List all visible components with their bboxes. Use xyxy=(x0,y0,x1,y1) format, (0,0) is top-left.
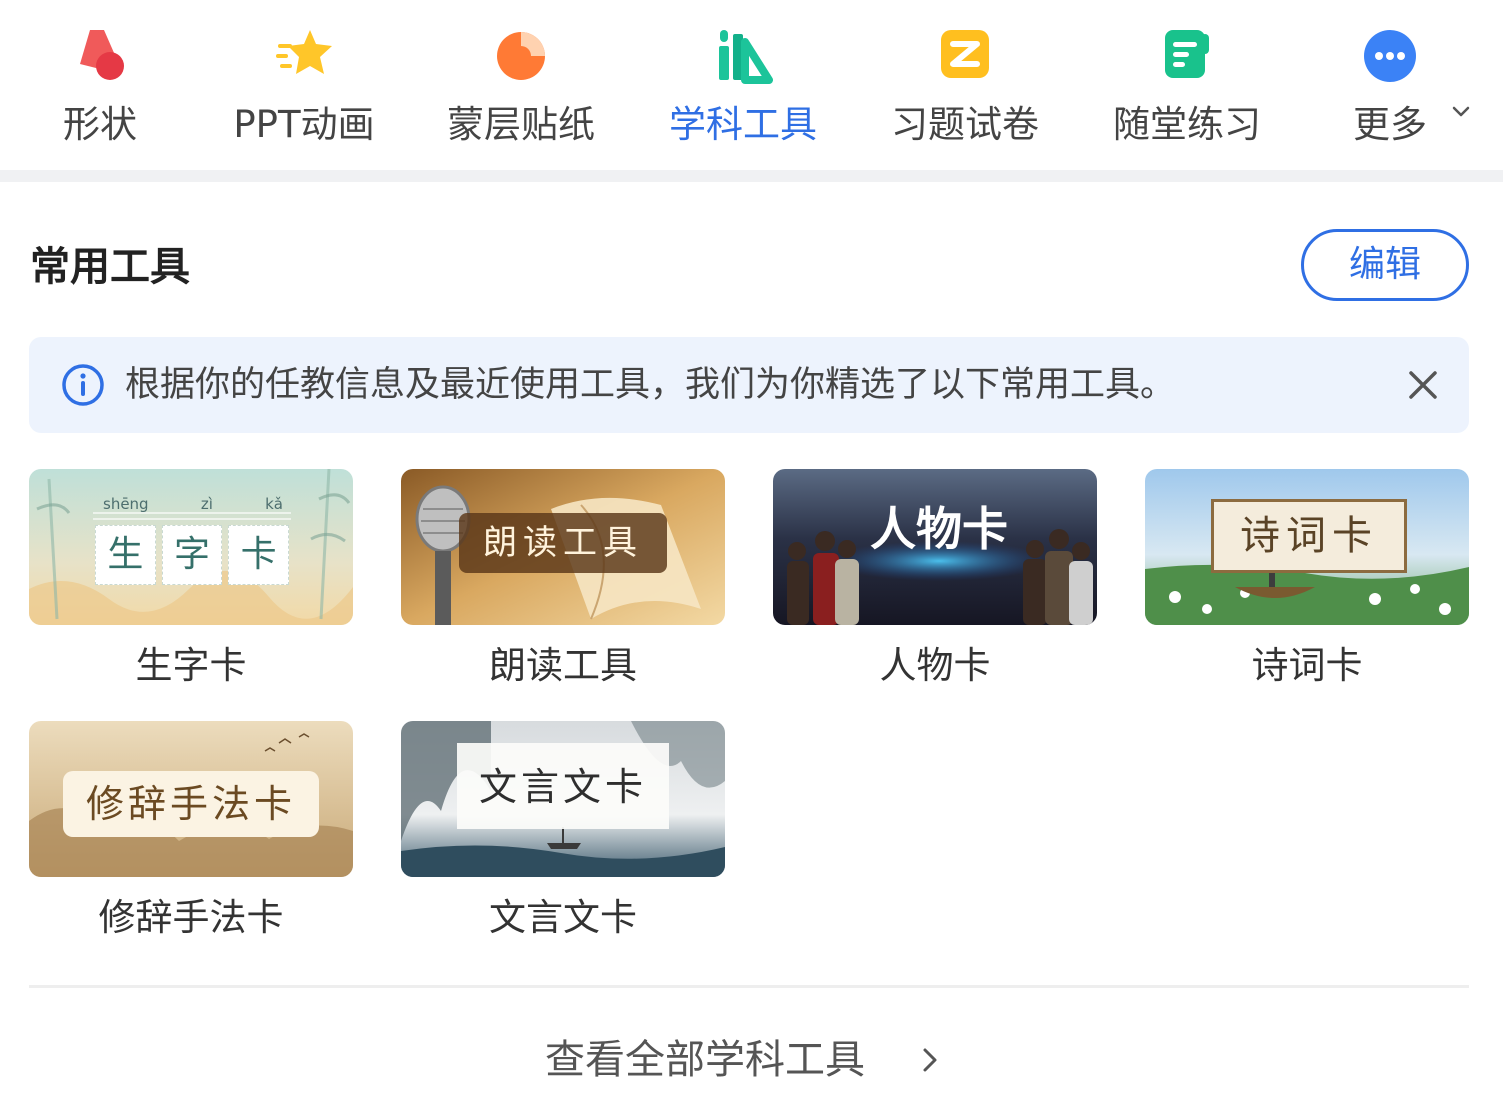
card-thumbnail: shēng zì kǎ 生 字 卡 xyxy=(29,469,353,625)
thumb-title: 朗读工具 xyxy=(483,523,643,563)
card-label: 文言文卡 xyxy=(489,896,637,939)
card-label: 人物卡 xyxy=(879,644,991,687)
tool-label: 随堂练习 xyxy=(1113,103,1261,146)
tool-subject-tools[interactable]: 学科工具 xyxy=(633,18,853,158)
card-label: 修辞手法卡 xyxy=(98,896,284,939)
pinyin: kǎ xyxy=(265,495,283,513)
card-label: 生字卡 xyxy=(135,644,247,687)
card-thumbnail: 诗词卡 xyxy=(1145,469,1469,625)
tool-class-practice[interactable]: 随堂练习 xyxy=(1077,18,1297,158)
edit-button[interactable]: 编辑 xyxy=(1301,229,1469,301)
view-all-subject-tools-link[interactable]: 查看全部学科工具 xyxy=(545,1032,865,1088)
close-icon[interactable] xyxy=(1401,363,1445,407)
shape-icon xyxy=(80,30,124,80)
card-label: 朗读工具 xyxy=(489,644,637,687)
char-boxes: 生 字 卡 xyxy=(95,525,290,585)
card-thumbnail: 修辞手法卡 xyxy=(29,721,353,877)
more-icon xyxy=(1364,30,1416,82)
char-box: 字 xyxy=(161,525,223,585)
tool-exercise-paper[interactable]: 习题试卷 xyxy=(855,18,1075,158)
char-box: 生 xyxy=(95,525,156,585)
pinyin-row: shēng zì kǎ xyxy=(103,495,283,513)
info-banner: 根据你的任教信息及最近使用工具，我们为你精选了以下常用工具。 xyxy=(29,337,1469,433)
card-thumbnail: 文言文卡 xyxy=(401,721,725,877)
class-practice-icon xyxy=(1165,30,1209,78)
card-label: 诗词卡 xyxy=(1251,644,1363,687)
toolbar-divider xyxy=(0,170,1503,182)
pinyin: zì xyxy=(200,495,213,513)
tool-label: 形状 xyxy=(63,103,137,146)
tool-ppt-animation[interactable]: PPT动画 xyxy=(194,18,414,158)
tool-shape[interactable]: 形状 xyxy=(0,18,210,158)
thumb-title: 文言文卡 xyxy=(478,765,647,809)
chevron-down-icon[interactable] xyxy=(1450,100,1472,122)
tool-label: 学科工具 xyxy=(669,103,817,146)
info-icon xyxy=(62,364,104,406)
pinyin: shēng xyxy=(103,495,149,513)
tool-label: 习题试卷 xyxy=(891,103,1039,146)
tool-label: PPT动画 xyxy=(233,103,375,146)
tool-mask-sticker[interactable]: 蒙层贴纸 xyxy=(411,18,631,158)
thumb-title: 诗词卡 xyxy=(1240,513,1378,559)
thumb-title: 修辞手法卡 xyxy=(85,782,296,826)
mask-sticker-icon xyxy=(497,32,545,80)
top-toolbar: 形状 PPT动画 蒙层贴纸 学科工具 习题试卷 随堂练习 更多 xyxy=(0,0,1503,170)
footer-divider xyxy=(29,985,1469,988)
card-thumbnail: 朗读工具 xyxy=(401,469,725,625)
tool-label: 蒙层贴纸 xyxy=(447,103,595,146)
banner-message: 根据你的任教信息及最近使用工具，我们为你精选了以下常用工具。 xyxy=(125,365,1176,405)
card-thumbnail: 人物卡 xyxy=(773,469,1097,625)
thumb-title: 人物卡 xyxy=(870,502,1008,556)
char-box: 卡 xyxy=(228,525,290,585)
tool-more[interactable]: 更多 xyxy=(1280,18,1500,158)
section-title: 常用工具 xyxy=(30,244,190,290)
chevron-right-icon[interactable] xyxy=(918,1046,942,1074)
subject-tools-icon xyxy=(719,30,773,84)
exercise-paper-icon xyxy=(941,30,989,78)
ppt-animation-icon xyxy=(276,30,332,74)
